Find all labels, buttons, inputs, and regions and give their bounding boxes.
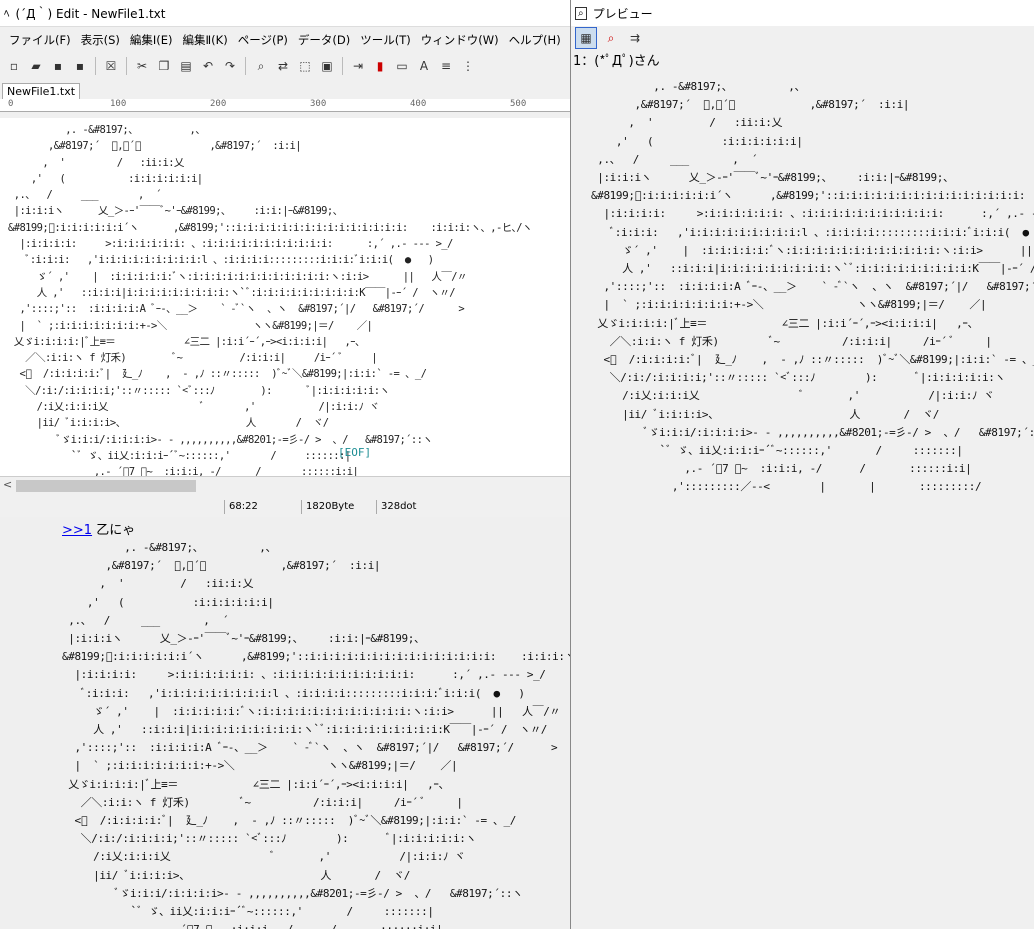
- menu-edit2[interactable]: 編集Ⅱ(K): [178, 32, 233, 48]
- preview-window: ⌕ プレビュー ▦ ⌕ ⇉ 1：(*ﾟДﾟ)さん ,. -&#8197;、 ,、…: [570, 0, 1034, 929]
- thread-view: >>1 乙にゃ ,. -&#8197;、 ,、 ,&#8197;´ ﾞ,ｰ´ﾞ …: [0, 517, 570, 929]
- preview-mode-icon[interactable]: ▦: [575, 27, 597, 49]
- grid-icon[interactable]: ⋮: [458, 56, 478, 76]
- preview-area: ,. -&#8197;、 ,、 ,&#8197;´ ﾞ,ｰ´ﾞ ,&#8197;…: [571, 72, 1034, 929]
- menu-file[interactable]: ファイル(F): [4, 32, 76, 48]
- paste-icon[interactable]: ▤: [176, 56, 196, 76]
- preview-titlebar: ⌕ プレビュー: [571, 0, 1034, 26]
- cut-icon[interactable]: ✂: [132, 56, 152, 76]
- preview-post-header: 1：(*ﾟДﾟ)さん: [573, 54, 660, 69]
- post-header: >>1 乙にゃ: [62, 519, 135, 538]
- ruler-tick: 500: [510, 99, 527, 109]
- replace-icon[interactable]: ⇄: [273, 56, 293, 76]
- align-icon[interactable]: ≡: [436, 56, 456, 76]
- ruler: 0 100 200 300 400 500: [0, 99, 570, 112]
- zoom-icon[interactable]: ⌕: [601, 28, 621, 48]
- post-text: 乙にゃ: [96, 523, 136, 538]
- close-doc-icon[interactable]: ☒: [101, 56, 121, 76]
- copy-icon[interactable]: ❐: [154, 56, 174, 76]
- select-icon[interactable]: ⬚: [295, 56, 315, 76]
- horizontal-scrollbar[interactable]: <: [0, 476, 570, 495]
- preview-toolbar: ▦ ⌕ ⇉: [571, 26, 1034, 50]
- tab-newfile1[interactable]: NewFile1.txt: [2, 83, 81, 99]
- menu-bar: ファイル(F) 表示(S) 編集Ⅰ(E) 編集Ⅱ(K) ページ(P) データ(D…: [0, 26, 590, 53]
- clip-icon[interactable]: ▣: [317, 56, 337, 76]
- status-size: 1820Byte: [301, 500, 376, 514]
- text-icon[interactable]: A: [414, 56, 434, 76]
- color-icon[interactable]: ▮: [370, 56, 390, 76]
- insert-icon[interactable]: ⇥: [348, 56, 368, 76]
- preview-title: プレビュー: [592, 6, 653, 21]
- menu-view[interactable]: 表示(S): [76, 32, 125, 48]
- undo-icon[interactable]: ↶: [198, 56, 218, 76]
- toolbar-divider: [95, 57, 96, 75]
- editor-titlebar: ﾍ (´Д｀) Edit - NewFile1.txt: [0, 0, 570, 26]
- ruler-tick: 300: [310, 99, 327, 109]
- scroll-thumb[interactable]: [16, 480, 196, 492]
- toolbar-divider: [126, 57, 127, 75]
- app-icon: ﾍ: [4, 7, 10, 20]
- scroll-left-icon[interactable]: <: [3, 478, 12, 491]
- reply-anchor-link[interactable]: >>1: [62, 523, 92, 538]
- thread-ascii-art: ,. -&#8197;、 ,、 ,&#8197;´ ﾞ,ｰ´ﾞ ,&#8197;…: [62, 541, 570, 929]
- edit-ascii-art[interactable]: ,. -&#8197;、 ,、 ,&#8197;´ ﾞ,ｰ´ﾞ ,&#8197;…: [0, 118, 570, 476]
- ruler-tick: 0: [8, 99, 14, 109]
- menu-window[interactable]: ウィンドウ(W): [416, 32, 504, 48]
- save-icon[interactable]: ▪: [48, 56, 68, 76]
- save-as-icon[interactable]: ▪: [70, 56, 90, 76]
- menu-tools[interactable]: ツール(T): [355, 32, 416, 48]
- preview-ascii-art: ,. -&#8197;、 ,、 ,&#8197;´ ﾞ,ｰ´ﾞ ,&#8197;…: [591, 80, 1034, 494]
- status-width: 328dot: [376, 500, 445, 514]
- new-file-icon[interactable]: ▫: [4, 56, 24, 76]
- ruler-tick: 100: [110, 99, 127, 109]
- status-position: 68:22: [224, 500, 301, 514]
- editor-window: ﾍ (´Д｀) Edit - NewFile1.txt ファイル(F) 表示(S…: [0, 0, 590, 518]
- menu-page[interactable]: ページ(P): [233, 32, 293, 48]
- editor-toolbar: ▫ ▰ ▪ ▪ ☒ ✂ ❐ ▤ ↶ ↷ ⌕ ⇄ ⬚ ▣ ⇥ ▮ ▭ A ≡ ⋮: [0, 53, 570, 79]
- search-icon[interactable]: ⌕: [251, 56, 271, 76]
- status-bar: 68:22 1820Byte 328dot: [0, 498, 570, 516]
- redo-icon[interactable]: ↷: [220, 56, 240, 76]
- toolbar-divider: [245, 57, 246, 75]
- menu-edit1[interactable]: 編集Ⅰ(E): [125, 32, 178, 48]
- window-icon[interactable]: ▭: [392, 56, 412, 76]
- ruler-tick: 400: [410, 99, 427, 109]
- preview-app-icon: ⌕: [575, 6, 587, 20]
- editor-title: (´Д｀) Edit - NewFile1.txt: [15, 6, 166, 21]
- open-folder-icon[interactable]: ▰: [26, 56, 46, 76]
- menu-data[interactable]: データ(D): [293, 32, 355, 48]
- ruler-tick: 200: [210, 99, 227, 109]
- toolbar-divider: [342, 57, 343, 75]
- menu-help[interactable]: ヘルプ(H): [504, 32, 566, 48]
- eof-marker: [EOF]: [338, 446, 372, 459]
- edit-text-area[interactable]: ,. -&#8197;、 ,、 ,&#8197;´ ﾞ,ｰ´ﾞ ,&#8197;…: [0, 118, 570, 476]
- swap-icon[interactable]: ⇉: [625, 28, 645, 48]
- tab-strip: NewFile1.txt: [0, 79, 570, 99]
